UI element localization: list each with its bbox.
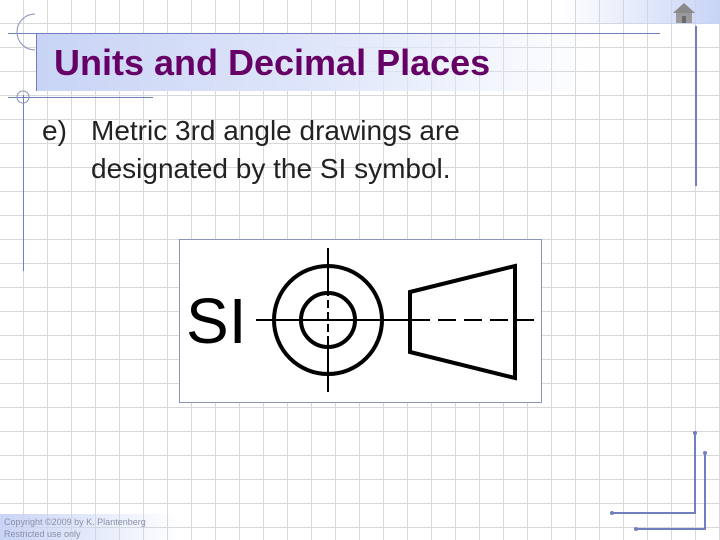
si-symbol-figure: SI (179, 239, 542, 403)
slide-title: Units and Decimal Places (54, 42, 491, 83)
si-text: SI (186, 285, 246, 357)
bullet-text: e) Metric 3rd angle drawings are designat… (42, 112, 460, 188)
bullet-line-1: Metric 3rd angle drawings are (91, 115, 460, 146)
bullet-line-2: designated by the SI symbol. (91, 153, 451, 184)
home-icon[interactable] (672, 2, 696, 24)
copyright-line: Copyright ©2009 by K. Plantenberg (4, 517, 146, 527)
third-angle-projection-symbol: SI (186, 248, 535, 392)
bullet-label: e) (42, 115, 67, 146)
copyright-footer: Copyright ©2009 by K. Plantenberg Restri… (0, 514, 180, 540)
restricted-line: Restricted use only (4, 529, 81, 539)
